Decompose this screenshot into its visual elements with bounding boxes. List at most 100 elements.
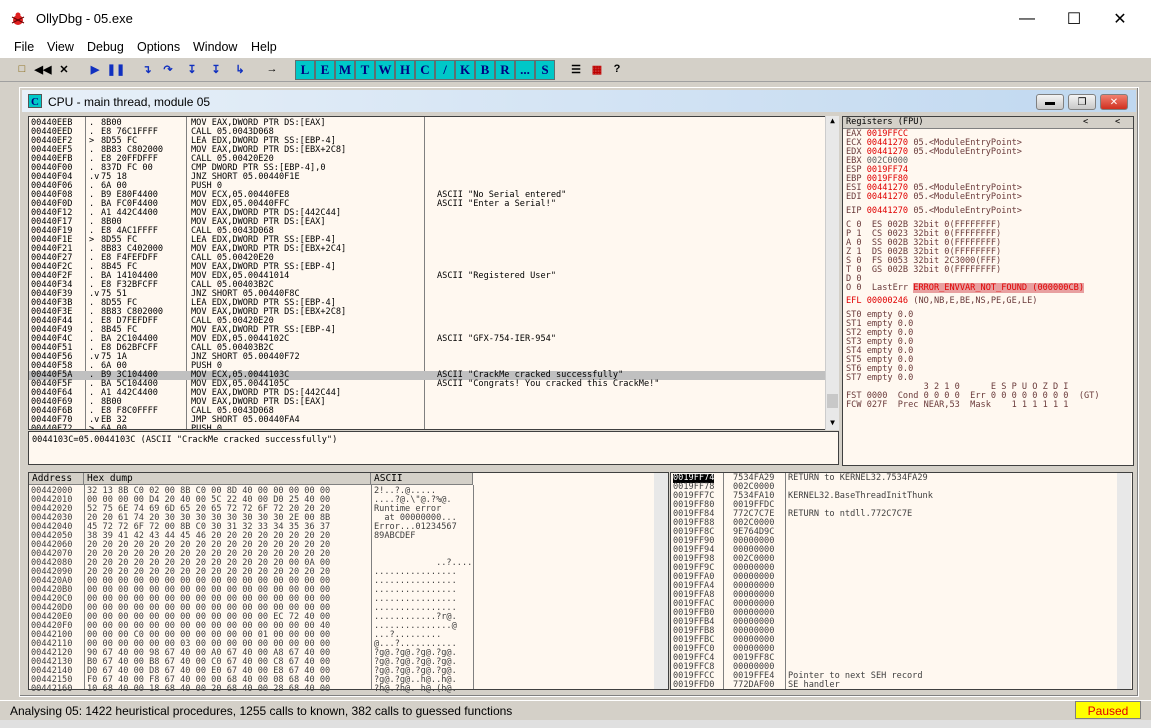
- menu-debug[interactable]: Debug: [87, 40, 124, 54]
- register-value[interactable]: 00441270: [867, 192, 908, 202]
- status-bar: Analysing 05: 1422 heuristical procedure…: [0, 700, 1151, 720]
- registers-pane[interactable]: Registers (FPU) < < EAX 0019FFCC ECX 004…: [842, 116, 1134, 466]
- disasm-marker: >: [89, 424, 95, 430]
- patches-button[interactable]: /: [435, 60, 455, 80]
- child-restore-button[interactable]: ❐: [1068, 94, 1096, 110]
- reg-prev-arrow-icon[interactable]: <: [1083, 118, 1088, 127]
- stack-row[interactable]: 0019FFD0 772DAF00 SE handler: [671, 681, 1115, 690]
- menu-bar: File View Debug Options Window Help: [0, 38, 1151, 58]
- disasm-row[interactable]: 00440F04 .v 75 18 JNZ SHORT 05.00440F1E: [29, 173, 833, 182]
- scroll-up-arrow-icon[interactable]: ▲: [826, 116, 839, 128]
- disasm-address: 00440F72: [31, 424, 73, 430]
- cpu-window-titlebar: C CPU - main thread, module 05 ▬ ❐ ✕: [22, 90, 1136, 112]
- hex-ascii: 89ABCDEF: [374, 531, 416, 541]
- disasm-row[interactable]: 00440F56 .v 75 1A JNZ SHORT 05.00440F72: [29, 353, 833, 362]
- execute-till-return-icon[interactable]: ↳: [231, 60, 249, 78]
- disasm-row[interactable]: 00440F34. E8 F32BFCFF CALL 05.00403B2C: [29, 281, 833, 290]
- step-over-icon[interactable]: ↷: [159, 60, 177, 78]
- minimize-button[interactable]: —: [1003, 0, 1051, 38]
- trace-over-icon[interactable]: ↧: [207, 60, 225, 78]
- child-close-button[interactable]: ✕: [1100, 94, 1128, 110]
- breakpoints-button[interactable]: B: [475, 60, 495, 80]
- flag-row[interactable]: O 0 LastErr ERROR_ENVVAR_NOT_FOUND (0000…: [846, 283, 1085, 293]
- menu-file[interactable]: File: [14, 40, 34, 54]
- stack-comment: SE handler: [788, 680, 840, 690]
- flag-row[interactable]: T 0 GS 002B 32bit 0(FFFFFFFF): [846, 266, 1001, 275]
- disasm-row[interactable]: 00440F72 >6A 00 PUSH 0: [29, 424, 833, 430]
- hex-header-ascii[interactable]: ASCII: [371, 473, 473, 485]
- disassembly-scrollbar[interactable]: ▲ ▼: [825, 116, 839, 430]
- restart-icon[interactable]: ◀◀: [34, 60, 52, 78]
- efl-row[interactable]: EFL 00000246 (NO,NB,E,BE,NS,PE,GE,LE): [846, 297, 1037, 306]
- register-value[interactable]: 00441270: [867, 206, 908, 216]
- hex-bytes: 10 68 40 00 18 68 40 00 20 68 40 00 28 6…: [87, 684, 331, 694]
- close-program-icon[interactable]: ✕: [55, 60, 73, 78]
- flag-text: T 0 GS 002B 32bit 0(FFFFFFFF): [846, 265, 1002, 275]
- registers-header: Registers (FPU): [846, 117, 924, 127]
- stack-address: 0019FFD0: [673, 680, 715, 690]
- register-row[interactable]: EIP 00441270 05.<ModuleEntryPoint>: [846, 207, 1022, 216]
- disasm-row[interactable]: 00440F51. E8 D62BFCFF CALL 05.00403B2C: [29, 344, 833, 353]
- disasm-row[interactable]: 00440F64. A1 442C4400 MOV EAX,DWORD PTR DS…: [29, 389, 833, 398]
- stack-pane[interactable]: 0019FF74 7534FA29 RETURN to KERNEL32.7534F…: [670, 472, 1133, 690]
- disasm-row[interactable]: 00440F70 .v EB 32 JMP SHORT 05.00440FA4: [29, 416, 833, 425]
- trace-into-icon[interactable]: ↧: [183, 60, 201, 78]
- disasm-row[interactable]: 00440F19. E8 4AC1FFFF CALL 05.0043D068: [29, 227, 833, 236]
- stack-value: 772DAF00: [733, 680, 775, 690]
- open-icon[interactable]: □: [13, 60, 31, 78]
- goto-icon[interactable]: →: [263, 60, 281, 78]
- disasm-row[interactable]: 00440EED. E8 76C1FFFF CALL 05.0043D068: [29, 128, 833, 137]
- taskbar-strip: [0, 720, 1151, 728]
- step-into-icon[interactable]: ↴: [138, 60, 156, 78]
- app-bug-icon: [11, 12, 25, 25]
- run-icon[interactable]: ▶: [86, 60, 104, 78]
- disasm-row[interactable]: 00440F44. E8 D7FEFDFF CALL 05.00420E20: [29, 317, 833, 326]
- toolbar: □ ◀◀ ✕ ▶ ❚❚ ↴ ↷ ↧ ↧ ↳ → L E M T W H C / …: [0, 58, 1151, 82]
- windows-button[interactable]: W: [375, 60, 395, 80]
- modules-button[interactable]: E: [315, 60, 335, 80]
- reg-next-arrow-icon[interactable]: <: [1115, 118, 1120, 127]
- menu-view[interactable]: View: [47, 40, 74, 54]
- hex-header-address[interactable]: Address: [29, 473, 84, 485]
- pause-icon[interactable]: ❚❚: [107, 60, 125, 78]
- hex-header-hexdump[interactable]: Hex dump: [84, 473, 371, 485]
- cpu-window-icon: C: [28, 94, 42, 108]
- disasm-row[interactable]: 00440F27. E8 F4FEFDFF CALL 05.00420E20: [29, 254, 833, 263]
- stack-scrollbar[interactable]: [1117, 473, 1131, 689]
- references-button[interactable]: R: [495, 60, 515, 80]
- handles-button[interactable]: H: [395, 60, 415, 80]
- list-icon[interactable]: ☰: [567, 60, 585, 78]
- call-stack-button[interactable]: K: [455, 60, 475, 80]
- scroll-down-arrow-icon[interactable]: ▼: [826, 418, 839, 430]
- source-button[interactable]: S: [535, 60, 555, 80]
- scroll-thumb[interactable]: [827, 394, 838, 408]
- hex-dump-pane[interactable]: Address Hex dump ASCII 00442000 32 13 8B …: [28, 472, 669, 694]
- threads-button[interactable]: T: [355, 60, 375, 80]
- memory-button[interactable]: M: [335, 60, 355, 80]
- disassembly-pane[interactable]: 00440EEB. 8B00 MOV EAX,DWORD PTR DS:[EAX] 0…: [28, 116, 834, 430]
- hex-scrollbar[interactable]: [654, 473, 668, 689]
- disasm-row[interactable]: 00440F39 .v 75 51 JNZ SHORT 05.00440F8C: [29, 290, 833, 299]
- info-pane: 0044103C=05.0044103C (ASCII "CrackMe cra…: [28, 431, 839, 465]
- cpu-window-title: CPU - main thread, module 05: [48, 95, 211, 109]
- register-row[interactable]: EDI 00441270 05.<ModuleEntryPoint>: [846, 193, 1022, 202]
- help-icon[interactable]: ?: [608, 60, 626, 78]
- register-name: EDI: [846, 192, 862, 202]
- disasm-row[interactable]: 00440F00. 837D FC 00 CMP DWORD PTR SS:[EBP…: [29, 164, 833, 173]
- log-window-button[interactable]: L: [295, 60, 315, 80]
- appearance-icon[interactable]: ▦: [588, 60, 606, 78]
- menu-window[interactable]: Window: [193, 40, 237, 54]
- cpu-button[interactable]: C: [415, 60, 435, 80]
- run-trace-button[interactable]: ...: [515, 60, 535, 80]
- maximize-button[interactable]: ☐: [1050, 0, 1098, 38]
- disasm-row[interactable]: 00440F6B. E8 F8C0FFFF CALL 05.0043D068: [29, 407, 833, 416]
- child-minimize-button[interactable]: ▬: [1036, 94, 1064, 110]
- efl-value: EFL 00000246: [846, 296, 909, 306]
- close-button[interactable]: ✕: [1096, 0, 1144, 38]
- cpu-window: C CPU - main thread, module 05 ▬ ❐ ✕ 004…: [19, 87, 1139, 697]
- fpu-status-row: FCW 027F Prec NEAR,53 Mask 1 1 1 1 1 1: [846, 400, 1069, 410]
- lasterr-value[interactable]: ERROR_ENVVAR_NOT_FOUND (000000CB): [913, 283, 1085, 293]
- disasm-row[interactable]: 00440F12. A1 442C4400 MOV EAX,DWORD PTR DS…: [29, 209, 833, 218]
- menu-help[interactable]: Help: [251, 40, 277, 54]
- menu-options[interactable]: Options: [137, 40, 180, 54]
